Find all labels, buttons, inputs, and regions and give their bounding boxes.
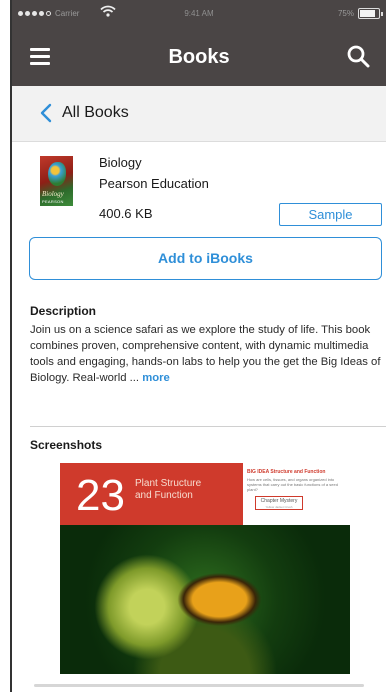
sample-button[interactable]: Sample (279, 203, 382, 226)
description-body: Join us on a science safari as we explor… (30, 324, 381, 384)
chapter-title-line: and Function (135, 490, 193, 501)
book-title: Biology (99, 155, 142, 170)
back-label: All Books (62, 104, 129, 121)
phone-frame: Carrier 9:41 AM 75% Books All Books Biol… (10, 0, 386, 692)
description-text: Join us on a science safari as we explor… (30, 322, 386, 386)
battery-icon (358, 8, 383, 19)
hoverfly-photo (60, 525, 350, 674)
book-summary: Biology PEARSON Biology Pearson Educatio… (12, 142, 386, 232)
back-bar: All Books (12, 86, 386, 142)
cover-publisher: PEARSON (42, 199, 64, 204)
screenshots-heading: Screenshots (30, 438, 103, 452)
back-button[interactable]: All Books (40, 103, 129, 123)
page-title: Books (168, 46, 230, 68)
book-publisher: Pearson Education (99, 176, 209, 191)
screenshot-image[interactable]: 23 Plant Structure and Function BIG IDEA… (60, 463, 350, 674)
search-icon[interactable] (346, 44, 370, 68)
big-idea-heading: BIG IDEA Structure and Function (247, 469, 326, 475)
more-link[interactable]: more (142, 372, 170, 384)
chevron-left-icon (40, 103, 52, 123)
chapter-mystery-button: Chapter Mystery Yellow Jacket Crush (255, 496, 303, 510)
chapter-mystery-sub: Yellow Jacket Crush (265, 505, 293, 509)
chapter-title-line: Plant Structure (135, 478, 202, 489)
chapter-title: Plant Structure and Function (135, 478, 201, 502)
section-divider (30, 426, 386, 427)
status-bar: Carrier 9:41 AM 75% (12, 0, 386, 28)
book-cover[interactable]: Biology PEARSON (40, 156, 73, 206)
add-to-ibooks-button[interactable]: Add to iBooks (29, 237, 382, 280)
book-file-size: 400.6 KB (99, 206, 153, 221)
navigation-bar: Books (12, 28, 386, 86)
horizontal-scrollbar[interactable] (34, 684, 364, 687)
status-time: 9:41 AM (184, 9, 214, 18)
big-idea-panel: BIG IDEA Structure and Function How are … (247, 469, 347, 521)
cover-art (48, 162, 66, 186)
big-idea-text: How are cells, tissues, and organs organ… (247, 477, 338, 492)
chapter-number: 23 (76, 471, 125, 520)
battery-percentage: 75% (337, 9, 354, 18)
description-heading: Description (30, 304, 97, 318)
cover-title: Biology (42, 190, 64, 198)
